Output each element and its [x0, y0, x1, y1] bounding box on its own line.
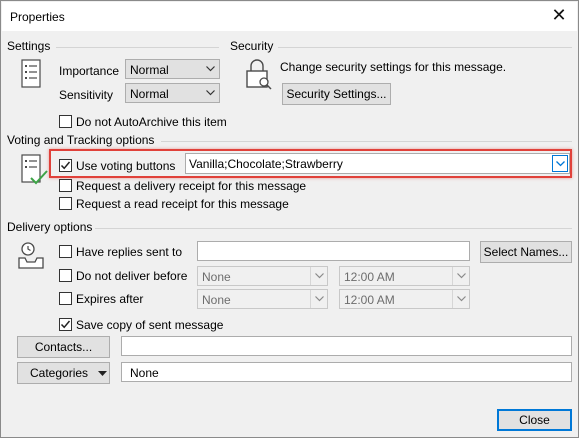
settings-group-label: Settings: [7, 39, 51, 53]
select-names-button[interactable]: Select Names...: [480, 241, 572, 263]
security-group-label: Security: [230, 39, 274, 53]
save-copy-checkbox[interactable]: [59, 318, 72, 331]
security-settings-button[interactable]: Security Settings...: [282, 83, 391, 105]
security-description: Change security settings for this messag…: [280, 60, 507, 74]
checkmark-icon: [60, 320, 71, 329]
replies-checkbox[interactable]: [59, 245, 72, 258]
do-not-deliver-date-value: None: [202, 270, 231, 284]
lock-key-icon: [243, 57, 273, 94]
chevron-down-icon: [452, 267, 469, 285]
do-not-deliver-time-value: 12:00 AM: [344, 270, 395, 284]
expires-date[interactable]: None: [197, 289, 328, 309]
chevron-down-icon: [452, 290, 469, 308]
autoarchive-checkbox[interactable]: [59, 115, 72, 128]
delivery-divider: [95, 228, 572, 229]
read-receipt-label: Request a read receipt for this message: [76, 197, 289, 211]
expires-time[interactable]: 12:00 AM: [339, 289, 470, 309]
expires-date-value: None: [202, 293, 231, 307]
properties-dialog: Properties ✕ Settings Importance Normal …: [0, 0, 579, 438]
voting-options-value: Vanilla;Chocolate;Strawberry: [189, 157, 343, 171]
chevron-down-icon: [202, 84, 219, 102]
sensitivity-value: Normal: [130, 87, 169, 101]
voting-group-label: Voting and Tracking options: [7, 133, 155, 147]
close-window-icon[interactable]: ✕: [547, 5, 571, 27]
voting-options-combobox[interactable]: Vanilla;Chocolate;Strawberry: [185, 153, 570, 174]
do-not-deliver-checkbox[interactable]: [59, 269, 72, 282]
caret-down-icon: [98, 370, 108, 376]
do-not-deliver-date[interactable]: None: [197, 266, 328, 286]
save-copy-label: Save copy of sent message: [76, 318, 224, 332]
chevron-down-icon: [310, 267, 327, 285]
sensitivity-dropdown[interactable]: Normal: [125, 83, 220, 103]
delivery-group-label: Delivery options: [7, 220, 93, 234]
security-divider: [278, 47, 572, 48]
voting-divider: [161, 141, 572, 142]
expires-label: Expires after: [76, 292, 144, 306]
expires-checkbox[interactable]: [59, 292, 72, 305]
close-button[interactable]: Close: [497, 409, 572, 431]
delivery-receipt-checkbox[interactable]: [59, 179, 72, 192]
replies-field[interactable]: [197, 241, 470, 261]
contacts-button[interactable]: Contacts...: [17, 336, 110, 358]
read-receipt-checkbox[interactable]: [59, 197, 72, 210]
do-not-deliver-time[interactable]: 12:00 AM: [339, 266, 470, 286]
chevron-down-icon: [202, 60, 219, 78]
categories-value: None: [130, 366, 159, 380]
importance-value: Normal: [130, 63, 169, 77]
importance-label: Importance: [59, 64, 120, 78]
use-voting-checkbox[interactable]: [59, 159, 72, 172]
replies-label: Have replies sent to: [76, 245, 183, 259]
title-bar: Properties ✕: [2, 2, 577, 31]
inbox-clock-icon: [17, 241, 47, 274]
checkmark-icon: [60, 161, 71, 170]
dialog-title: Properties: [10, 10, 65, 24]
chevron-down-icon[interactable]: [552, 155, 568, 172]
categories-field[interactable]: None: [121, 362, 572, 382]
settings-divider: [56, 47, 219, 48]
contacts-field[interactable]: [121, 336, 572, 356]
use-voting-label: Use voting buttons: [76, 159, 176, 173]
voting-list-icon: [19, 154, 49, 189]
chevron-down-icon: [310, 290, 327, 308]
sensitivity-label: Sensitivity: [59, 88, 114, 102]
delivery-receipt-label: Request a delivery receipt for this mess…: [76, 179, 307, 193]
do-not-deliver-label: Do not deliver before: [76, 269, 188, 283]
autoarchive-label: Do not AutoArchive this item: [76, 115, 227, 129]
expires-time-value: 12:00 AM: [344, 293, 395, 307]
importance-dropdown[interactable]: Normal: [125, 59, 220, 79]
categories-button[interactable]: Categories: [17, 362, 110, 384]
categories-label: Categories: [30, 366, 89, 380]
settings-list-icon: [19, 59, 45, 92]
